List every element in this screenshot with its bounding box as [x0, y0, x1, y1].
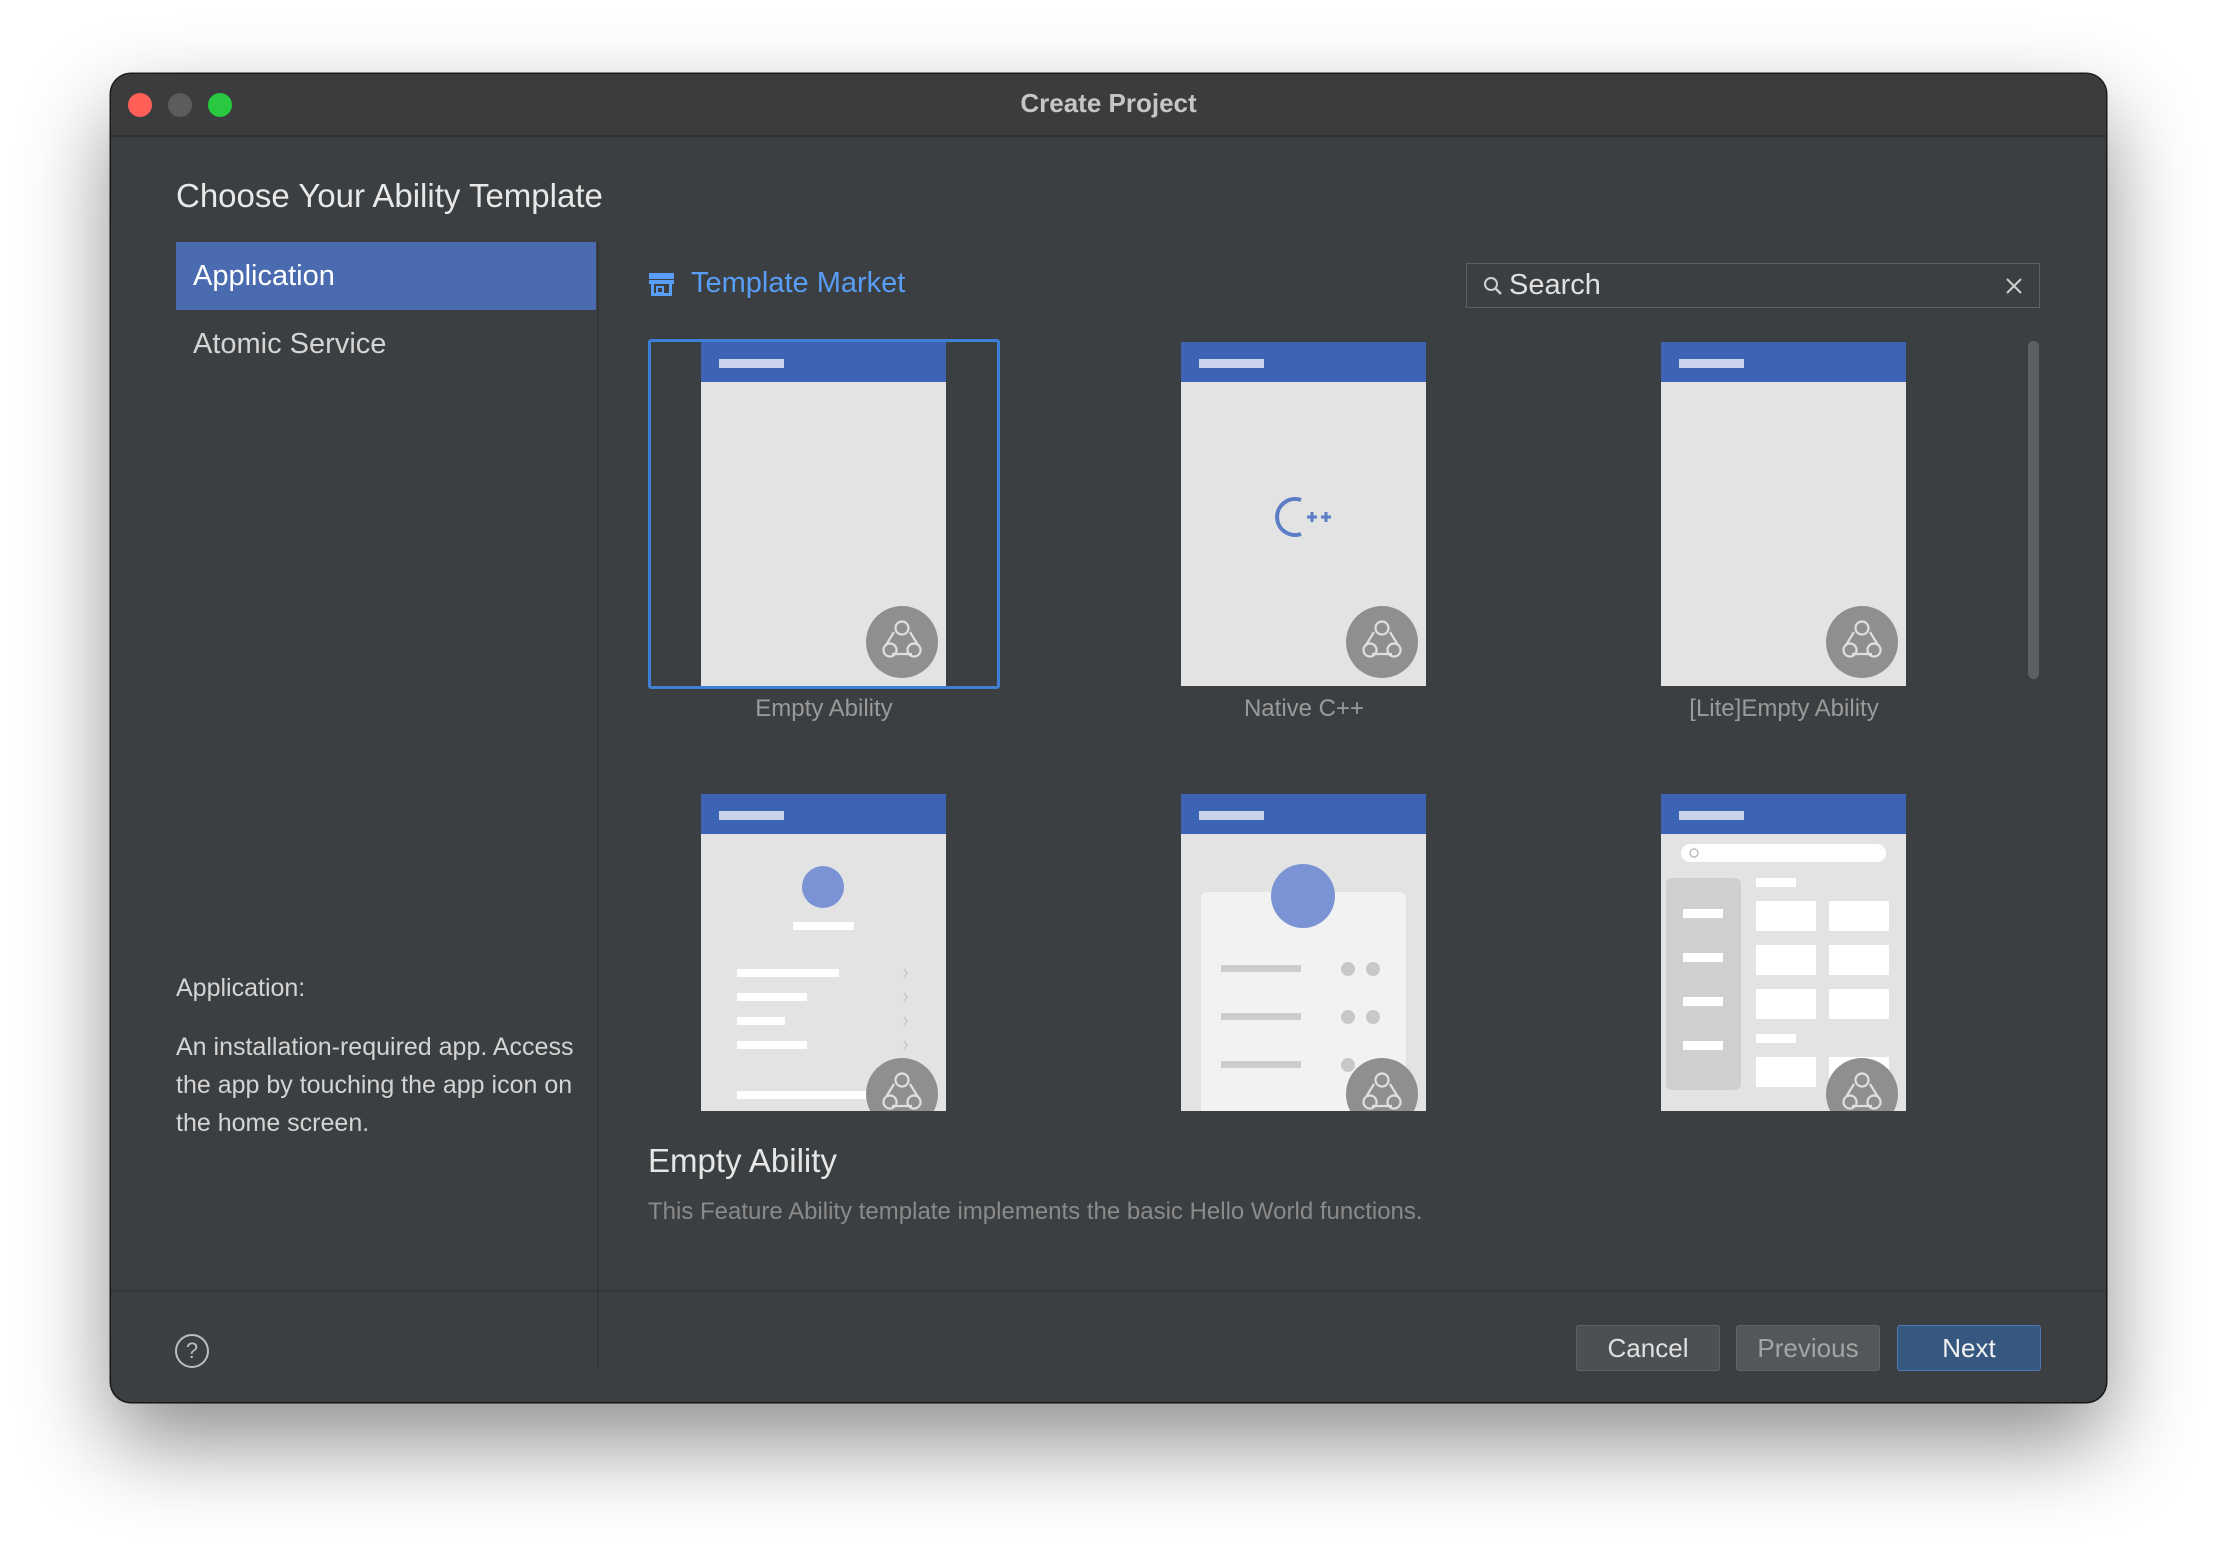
help-icon[interactable]: ? [175, 1334, 209, 1368]
page-title: Choose Your Ability Template [176, 177, 603, 214]
template-card-label: [Lite]Empty Ability [1689, 695, 1879, 722]
template-preview [1181, 794, 1426, 1111]
selected-template-title: Empty Ability [648, 1142, 837, 1179]
template-category-nav: Application Atomic Service [176, 242, 596, 378]
nav-item-application[interactable]: Application [176, 242, 596, 310]
next-button[interactable]: Next [1897, 1325, 2041, 1371]
template-grid: Empty Ability Native C++ [Lite]Empty Abi… [648, 339, 2088, 1111]
title-bar[interactable]: Create Project [111, 74, 2106, 137]
template-preview [1661, 342, 1906, 686]
nav-item-atomic-service[interactable]: Atomic Service [176, 310, 596, 378]
create-project-window: Create Project Choose Your Ability Templ… [111, 74, 2106, 1402]
store-icon [649, 272, 674, 296]
harmony-badge-icon [1826, 1058, 1898, 1111]
template-preview [1661, 794, 1906, 1111]
search-input[interactable] [1509, 269, 2005, 302]
search-box[interactable] [1466, 263, 2040, 308]
selected-template-description: This Feature Ability template implements… [648, 1198, 1423, 1225]
template-market-label: Template Market [691, 267, 906, 299]
harmony-badge-icon [1346, 606, 1418, 678]
category-description-title: Application: [176, 974, 306, 1002]
clear-search-icon[interactable] [2005, 277, 2023, 295]
template-grid-scrollbar[interactable] [2028, 341, 2039, 679]
template-card-label: Empty Ability [755, 695, 893, 722]
footer-divider [111, 1290, 2106, 1292]
harmony-badge-icon [866, 606, 938, 678]
template-card-label: Native C++ [1243, 695, 1365, 722]
search-icon [1484, 276, 1502, 295]
template-preview [1181, 342, 1426, 686]
window-title: Create Project [1020, 88, 1197, 118]
harmony-badge-icon [1346, 1058, 1418, 1111]
cancel-button[interactable]: Cancel [1576, 1325, 1720, 1371]
template-market-link[interactable]: Template Market [648, 267, 905, 300]
template-preview [701, 342, 946, 686]
harmony-badge-icon [1826, 606, 1898, 678]
previous-button[interactable]: Previous [1736, 1325, 1880, 1371]
harmony-badge-icon [866, 1058, 938, 1111]
category-description-text: An installation-required app. Access the… [176, 1033, 574, 1137]
template-preview [701, 794, 946, 1111]
cpp-logo-icon [1275, 497, 1331, 537]
vertical-divider [597, 242, 599, 1366]
